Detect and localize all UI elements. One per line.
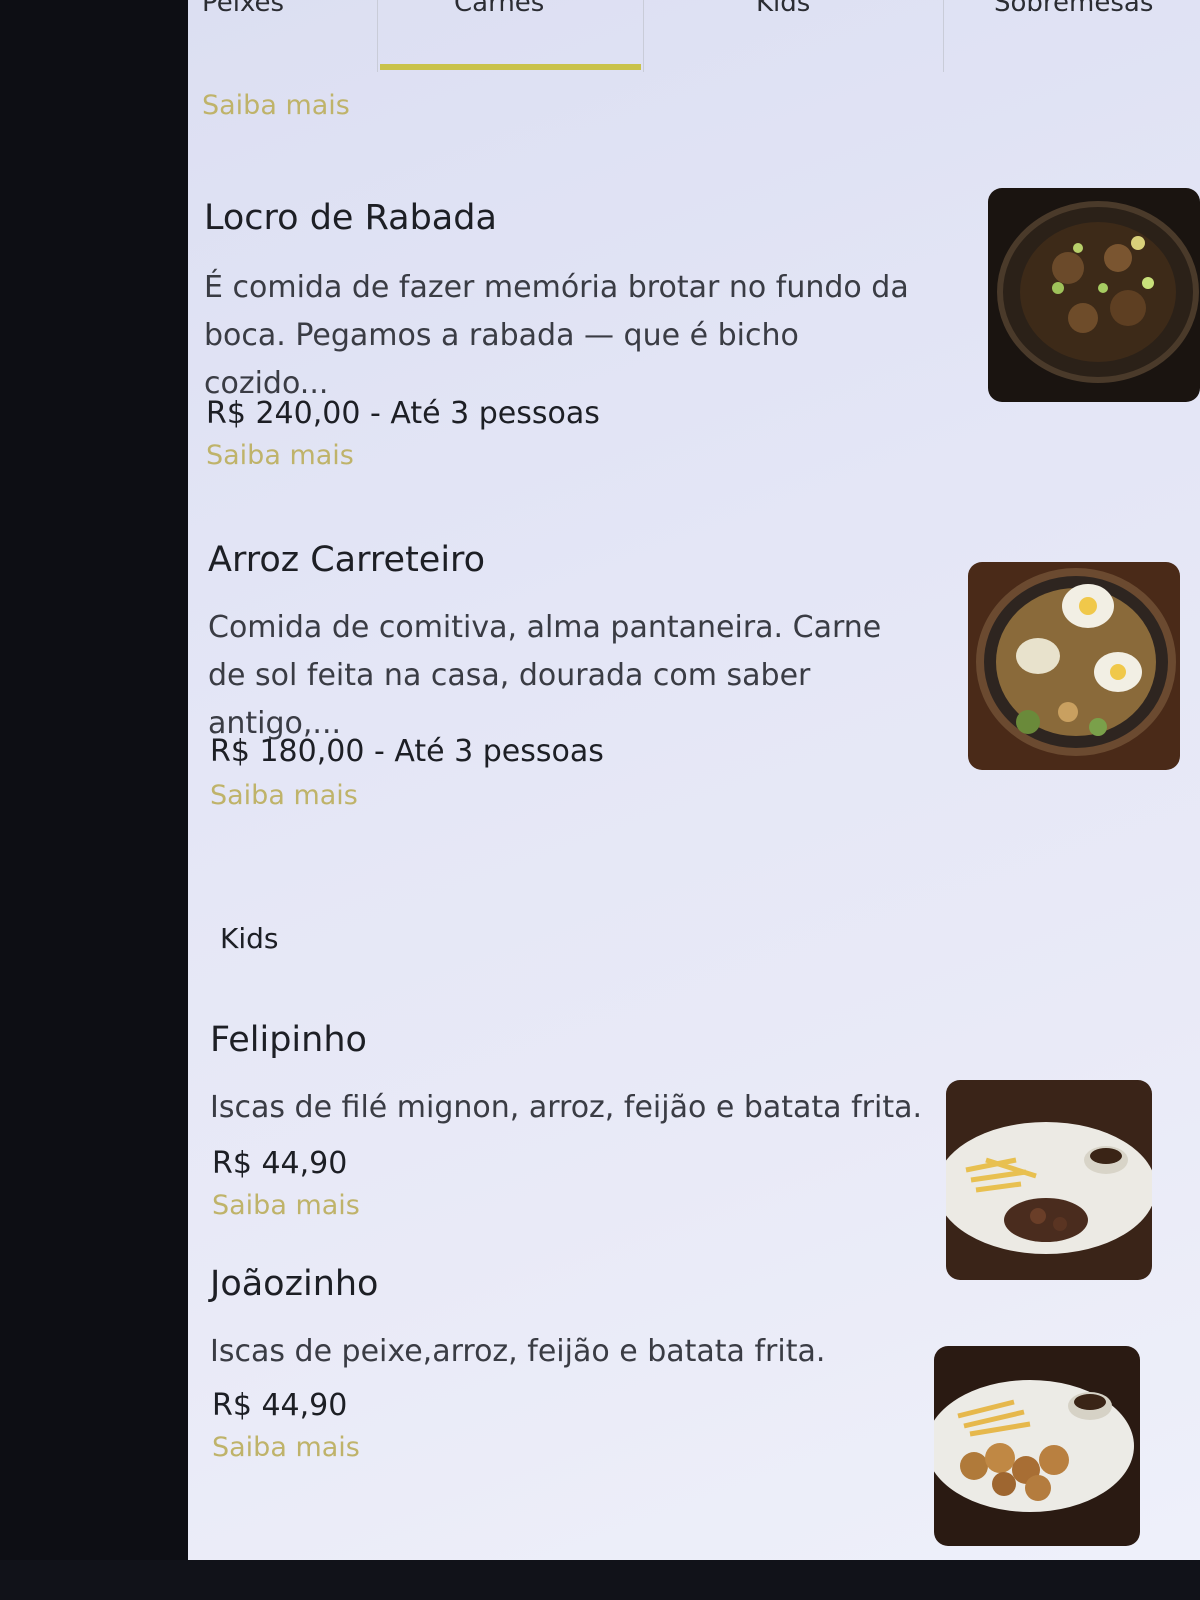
item-title: Locro de Rabada	[204, 198, 497, 238]
menu-screen: Peixes Carnes Kids Sobremesas Saiba mais…	[188, 0, 1200, 1560]
tab-kids[interactable]: Kids	[644, 0, 944, 72]
saiba-mais-link[interactable]: Saiba mais	[210, 780, 358, 811]
device-bezel	[0, 1560, 1200, 1600]
locro-de-rabada-photo	[988, 188, 1200, 402]
saiba-mais-link[interactable]: Saiba mais	[212, 1190, 360, 1221]
item-description: É comida de fazer memória brotar no fund…	[204, 270, 909, 401]
item-price: R$ 44,90	[212, 1388, 348, 1423]
item-title: Felipinho	[210, 1020, 367, 1060]
tab-label: Sobremesas	[994, 0, 1154, 18]
tab-label: Peixes	[202, 0, 285, 18]
joaozinho-photo	[934, 1346, 1140, 1546]
tab-label: Carnes	[454, 0, 545, 18]
tab-sobremesas[interactable]: Sobremesas	[944, 0, 1200, 72]
item-title: Joãozinho	[210, 1264, 379, 1304]
item-price: R$ 44,90	[212, 1146, 348, 1181]
active-tab-indicator	[380, 64, 641, 70]
tab-carnes[interactable]: Carnes	[378, 0, 644, 72]
tab-peixes[interactable]: Peixes	[188, 0, 378, 72]
saiba-mais-link[interactable]: Saiba mais	[202, 90, 350, 121]
saiba-mais-link[interactable]: Saiba mais	[206, 440, 354, 471]
item-price: R$ 180,00 - Até 3 pessoas	[210, 734, 604, 769]
item-price: R$ 240,00 - Até 3 pessoas	[206, 396, 600, 431]
category-tabs: Peixes Carnes Kids Sobremesas	[188, 0, 1200, 72]
arroz-carreteiro-photo	[968, 562, 1180, 770]
saiba-mais-link[interactable]: Saiba mais	[212, 1432, 360, 1463]
item-description: Comida de comitiva, alma pantaneira. Car…	[208, 610, 882, 741]
tab-label: Kids	[756, 0, 811, 18]
section-title-kids: Kids	[220, 922, 279, 955]
item-title: Arroz Carreteiro	[208, 540, 486, 580]
felipinho-photo	[946, 1080, 1152, 1280]
item-description: Iscas de filé mignon, arroz, feijão e ba…	[210, 1090, 923, 1125]
item-description: Iscas de peixe,arroz, feijão e batata fr…	[210, 1334, 826, 1369]
